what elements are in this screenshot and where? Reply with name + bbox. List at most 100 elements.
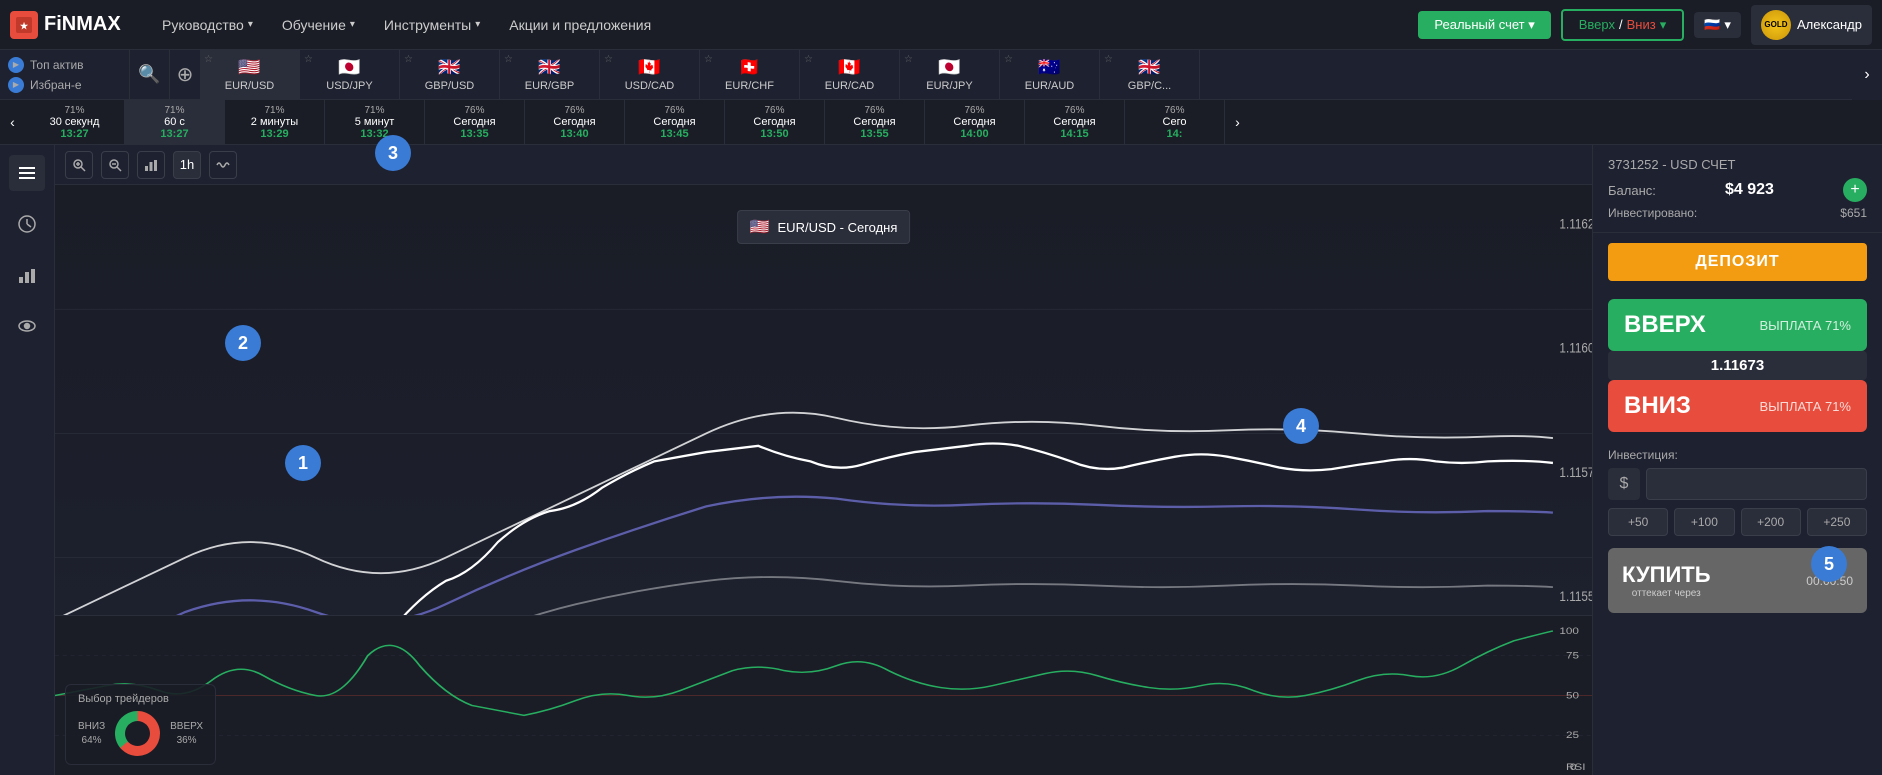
time-item-30s[interactable]: 71% 30 секунд 13:27	[25, 100, 125, 145]
quick-btn-100[interactable]: +100	[1674, 508, 1734, 536]
time-item-today7[interactable]: 76% Сегодня 14:15	[1025, 100, 1125, 145]
invest-value: $651	[1840, 206, 1867, 220]
investment-input[interactable]	[1646, 468, 1867, 500]
quick-btn-200[interactable]: +200	[1741, 508, 1801, 536]
balance-row: Баланс: $4 923 +	[1608, 178, 1867, 202]
sidebar-icon-eye[interactable]	[9, 308, 45, 344]
current-price-display: 1.11673	[1608, 351, 1867, 380]
quick-amount-buttons: +50 +100 +200 +250	[1608, 508, 1867, 536]
svg-text:100: 100	[1559, 627, 1579, 636]
account-id: 3731252 - USD СЧЕТ	[1608, 157, 1867, 172]
svg-text:1.11575: 1.11575	[1559, 464, 1592, 480]
svg-text:★: ★	[20, 21, 29, 31]
play-icon: ▶	[8, 57, 24, 73]
deposit-button[interactable]: ДЕПОЗИТ	[1608, 243, 1867, 281]
chevron-down-icon: ▾	[350, 19, 355, 30]
nav-right: Реальный счет ▾ Вверх / Вниз ▾ 🇷🇺 ▾ GOLD…	[1418, 5, 1872, 45]
time-item-today3[interactable]: 76% Сегодня 13:45	[625, 100, 725, 145]
svg-text:25: 25	[1566, 731, 1579, 740]
tooltip-flag: 🇺🇸	[750, 217, 770, 237]
asset-item-eurusd[interactable]: ☆ 🇺🇸 EUR/USD	[200, 50, 300, 100]
time-item-2m[interactable]: 71% 2 минуты 13:29	[225, 100, 325, 145]
nav-item-guide[interactable]: Руководство ▾	[150, 12, 265, 38]
donut-chart	[115, 711, 160, 756]
updown-button[interactable]: Вверх / Вниз ▾	[1561, 9, 1684, 41]
sidebar-icon-clock[interactable]	[9, 206, 45, 242]
asset-controls: ▶ Топ актив ▶ Избран-е	[0, 50, 130, 99]
svg-text:1.11550: 1.11550	[1559, 588, 1592, 604]
invest-row: Инвестировано: $651	[1608, 206, 1867, 220]
nav-item-learn[interactable]: Обучение ▾	[270, 12, 367, 38]
star-icon: ☆	[904, 54, 913, 65]
wave-button[interactable]	[209, 151, 237, 179]
search-button[interactable]: 🔍	[130, 50, 170, 100]
down-circle: ВНИЗ 64%	[78, 721, 105, 746]
add-funds-button[interactable]: +	[1843, 178, 1867, 202]
time-item-today4[interactable]: 76% Сегодня 13:50	[725, 100, 825, 145]
donut-inner	[125, 721, 150, 746]
star-icon: ☆	[704, 54, 713, 65]
nav-item-tools[interactable]: Инструменты ▾	[372, 12, 492, 38]
asset-item-usdcad[interactable]: ☆ 🇨🇦 USD/CAD	[600, 50, 700, 100]
asset-item-usdjpy[interactable]: ☆ 🇯🇵 USD/JPY	[300, 50, 400, 100]
time-item-today5[interactable]: 76% Сегодня 13:55	[825, 100, 925, 145]
trader-choice-circles: ВНИЗ 64% ВВЕРХ 36%	[78, 711, 203, 756]
right-panel: 3731252 - USD СЧЕТ Баланс: $4 923 + Инве…	[1592, 145, 1882, 775]
buy-button[interactable]: КУПИТЬ оттекает через 00:00:50	[1608, 548, 1867, 613]
quick-btn-250[interactable]: +250	[1807, 508, 1867, 536]
gold-badge: GOLD	[1761, 10, 1791, 40]
left-sidebar	[0, 145, 55, 775]
time-scroll-right-button[interactable]: ›	[1225, 100, 1250, 145]
down-trade-button[interactable]: ВНИЗ ВЫПЛАТА 71%	[1608, 380, 1867, 432]
invest-input-row: $	[1608, 468, 1867, 500]
language-button[interactable]: 🇷🇺 ▾	[1694, 12, 1741, 38]
time-item-5m[interactable]: 71% 5 минут 13:32	[325, 100, 425, 145]
time-item-today2[interactable]: 76% Сегодня 13:40	[525, 100, 625, 145]
asset-item-eurjpy[interactable]: ☆ 🇯🇵 EUR/JPY	[900, 50, 1000, 100]
time-bar: ‹ 71% 30 секунд 13:27 71% 60 с 13:27 71%…	[0, 100, 1882, 145]
asset-item-gbpusd[interactable]: ☆ 🇬🇧 GBP/USD	[400, 50, 500, 100]
nav-item-promo[interactable]: Акции и предложения	[497, 12, 663, 38]
time-scroll-left-button[interactable]: ‹	[0, 100, 25, 145]
time-item-today1[interactable]: 76% Сегодня 13:35	[425, 100, 525, 145]
account-header: 3731252 - USD СЧЕТ Баланс: $4 923 + Инве…	[1593, 145, 1882, 233]
bar-chart-button[interactable]	[137, 151, 165, 179]
time-item-today6[interactable]: 76% Сегодня 14:00	[925, 100, 1025, 145]
asset-list: ☆ 🇺🇸 EUR/USD ☆ 🇯🇵 USD/JPY ☆ 🇬🇧 GBP/USD ☆…	[200, 50, 1852, 100]
sidebar-icon-chart[interactable]	[9, 257, 45, 293]
asset-bar: ▶ Топ актив ▶ Избран-е 🔍 ⊕ ☆ 🇺🇸 EUR/USD …	[0, 50, 1882, 100]
zoom-in-button[interactable]	[65, 151, 93, 179]
quick-btn-50[interactable]: +50	[1608, 508, 1668, 536]
star-icon: ☆	[204, 54, 213, 65]
favorites-row[interactable]: ▶ Избран-е	[8, 77, 121, 93]
balance-label: Баланс:	[1608, 183, 1656, 198]
timeframe-button[interactable]: 1h	[173, 151, 201, 179]
time-item-60s[interactable]: 71% 60 с 13:27	[125, 100, 225, 145]
main-layout: 1h 🇺🇸 EUR/USD - Сегодня	[0, 145, 1882, 775]
up-trade-button[interactable]: ВВЕРХ ВЫПЛАТА 71%	[1608, 299, 1867, 351]
play-icon: ▶	[8, 77, 24, 93]
add-asset-button[interactable]: ⊕	[170, 50, 200, 100]
asset-item-eurchf[interactable]: ☆ 🇨🇭 EUR/CHF	[700, 50, 800, 100]
asset-item-eurgbp[interactable]: ☆ 🇬🇧 EUR/GBP	[500, 50, 600, 100]
asset-item-euraud[interactable]: ☆ 🇦🇺 EUR/AUD	[1000, 50, 1100, 100]
chevron-down-icon: ▾	[1724, 17, 1731, 33]
chart-tooltip: 🇺🇸 EUR/USD - Сегодня	[737, 210, 911, 244]
chart-toolbar: 1h	[55, 145, 1592, 185]
chevron-down-icon: ▾	[475, 19, 480, 30]
user-menu-button[interactable]: GOLD Александр	[1751, 5, 1872, 45]
sidebar-icon-portfolio[interactable]	[9, 155, 45, 191]
top-assets-row[interactable]: ▶ Топ актив	[8, 57, 121, 73]
zoom-out-button[interactable]	[101, 151, 129, 179]
asset-scroll-right-button[interactable]: ›	[1852, 50, 1882, 100]
up-circle: ВВЕРХ 36%	[170, 721, 203, 746]
investment-label: Инвестиция:	[1608, 448, 1867, 462]
chart-wrapper: 🇺🇸 EUR/USD - Сегодня	[55, 185, 1592, 775]
asset-item-gbpcad[interactable]: ☆ 🇬🇧 GBP/C...	[1100, 50, 1200, 100]
asset-item-eurcad[interactable]: ☆ 🇨🇦 EUR/CAD	[800, 50, 900, 100]
real-account-button[interactable]: Реальный счет ▾	[1418, 11, 1550, 39]
time-item-today8[interactable]: 76% Сего 14:	[1125, 100, 1225, 145]
top-nav: ★ FiNMAX Руководство ▾ Обучение ▾ Инстру…	[0, 0, 1882, 50]
star-icon: ☆	[604, 54, 613, 65]
svg-text:1.11625: 1.11625	[1559, 215, 1592, 231]
